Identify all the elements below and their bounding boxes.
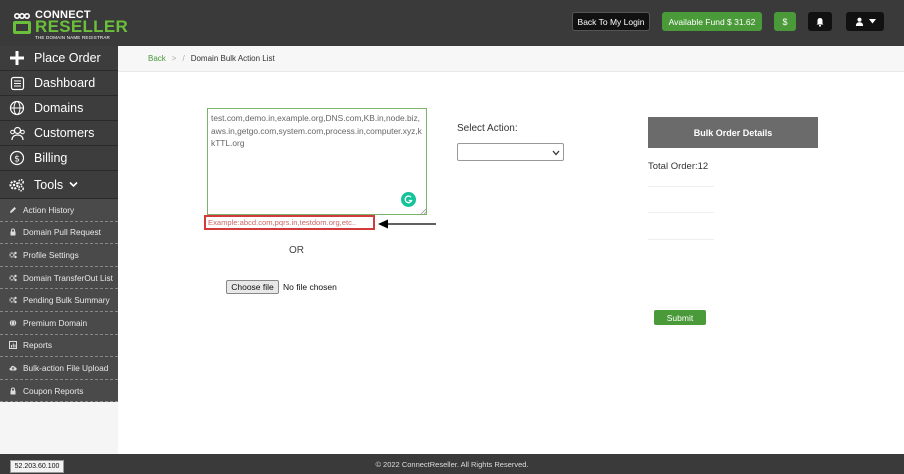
dollar-circle-icon: $ bbox=[9, 150, 25, 166]
sidebar-subitem-label: Reports bbox=[23, 340, 53, 351]
chart-icon bbox=[9, 341, 17, 350]
globe-icon bbox=[9, 319, 17, 327]
breadcrumb-current: Domain Bulk Action List bbox=[190, 54, 275, 63]
sidebar-subitem-label: Domain TransferOut List bbox=[23, 272, 113, 283]
sidebar-item-label: Billing bbox=[34, 151, 68, 165]
chevron-down-icon bbox=[552, 150, 560, 156]
sidebar-subitem-reports[interactable]: Reports bbox=[0, 334, 118, 358]
copyright-text: © 2022 ConnectReseller. All Rights Reser… bbox=[375, 459, 529, 469]
choose-file-button[interactable]: Choose file bbox=[226, 280, 279, 294]
sidebar-item-customers[interactable]: Customers bbox=[0, 121, 118, 146]
sidebar: Place Order Dashboard Domains Customers … bbox=[0, 46, 118, 454]
sidebar-subitem-label: Domain Pull Request bbox=[23, 227, 101, 238]
sidebar-subitem-domain-pull-request[interactable]: Domain Pull Request bbox=[0, 221, 118, 245]
sidebar-subitem-label: Bulk-action File Upload bbox=[23, 362, 109, 373]
sidebar-item-label: Customers bbox=[34, 126, 95, 140]
sidebar-subitem-bulk-action-file-upload[interactable]: Bulk-action File Upload bbox=[0, 357, 118, 380]
gears-icon bbox=[9, 296, 17, 304]
sidebar-item-label: Place Order bbox=[34, 51, 101, 65]
divider bbox=[648, 239, 714, 240]
logo-people-icon bbox=[13, 13, 31, 34]
gears-icon bbox=[9, 251, 17, 259]
logo-tagline: THE DOMAIN NAME REGISTRAR bbox=[35, 35, 111, 40]
annotation-arrow-icon bbox=[378, 219, 436, 229]
cloud-upload-icon bbox=[9, 365, 17, 371]
sidebar-subitem-label: Profile Settings bbox=[23, 249, 79, 260]
divider bbox=[648, 212, 714, 213]
chevron-down-icon bbox=[69, 181, 78, 188]
sidebar-subitem-coupon-reports[interactable]: Coupon Reports bbox=[0, 379, 118, 403]
sidebar-item-label: Tools bbox=[34, 177, 64, 192]
sidebar-subitem-profile-settings[interactable]: Profile Settings bbox=[0, 244, 118, 267]
sidebar-subitem-label: Pending Bulk Summary bbox=[23, 295, 110, 306]
sidebar-subitem-pending-bulk-summary[interactable]: Pending Bulk Summary bbox=[0, 289, 118, 312]
breadcrumb-back-link[interactable]: Back bbox=[148, 54, 166, 63]
users-icon bbox=[9, 126, 25, 140]
ip-address-badge: 52.203.60.100 bbox=[10, 460, 64, 473]
bell-icon bbox=[816, 17, 824, 27]
available-fund-button[interactable]: Available Fund $ 31.62 bbox=[662, 12, 762, 31]
file-status-label: No file chosen bbox=[283, 282, 337, 292]
sidebar-item-place-order[interactable]: Place Order bbox=[0, 46, 118, 71]
svg-text:$: $ bbox=[14, 155, 20, 165]
sidebar-item-label: Dashboard bbox=[34, 76, 96, 90]
sidebar-subitem-label: Action History bbox=[23, 204, 75, 215]
select-action-label: Select Action: bbox=[457, 123, 518, 134]
total-order-count: Total Order:12 bbox=[648, 161, 709, 172]
sidebar-item-tools[interactable]: Tools bbox=[0, 171, 118, 199]
notifications-button[interactable] bbox=[808, 12, 832, 31]
top-bar: CONNECT RESELLER THE DOMAIN NAME REGISTR… bbox=[0, 0, 904, 46]
footer: © 2022 ConnectReseller. All Rights Reser… bbox=[0, 454, 904, 474]
user-icon bbox=[855, 17, 863, 26]
grammarly-g-icon bbox=[404, 195, 413, 204]
breadcrumb-separator: > bbox=[171, 54, 177, 63]
breadcrumb: Back > / Domain Bulk Action List bbox=[118, 46, 904, 72]
back-to-login-button[interactable]: Back To My Login bbox=[572, 12, 650, 31]
select-action-dropdown[interactable] bbox=[457, 143, 564, 161]
or-divider-label: OR bbox=[289, 245, 304, 256]
pencil-icon bbox=[10, 206, 16, 213]
plus-icon bbox=[10, 51, 24, 65]
dashboard-icon bbox=[10, 76, 24, 90]
sidebar-item-billing[interactable]: $ Billing bbox=[0, 146, 118, 171]
sidebar-subitem-premium-domain[interactable]: Premium Domain bbox=[0, 311, 118, 335]
example-hint: Example:abcd.com,pqrs.in,testdom.org,etc… bbox=[204, 215, 375, 230]
grammarly-icon[interactable] bbox=[401, 192, 416, 207]
user-menu-button[interactable] bbox=[846, 12, 884, 31]
sidebar-subitem-domain-transferout-list[interactable]: Domain TransferOut List bbox=[0, 266, 118, 290]
bulk-order-details-heading: Bulk Order Details bbox=[648, 117, 818, 148]
sidebar-item-domains[interactable]: Domains bbox=[0, 96, 118, 121]
sidebar-subitem-action-history[interactable]: Action History bbox=[0, 199, 118, 222]
submit-button[interactable]: Submit bbox=[654, 310, 706, 325]
add-funds-button[interactable]: $ bbox=[774, 12, 796, 31]
caret-down-icon bbox=[868, 19, 876, 24]
logo[interactable]: CONNECT RESELLER THE DOMAIN NAME REGISTR… bbox=[12, 9, 128, 40]
domains-textarea[interactable]: test.com,demo.in,example.org,DNS.com,KB.… bbox=[207, 108, 427, 215]
breadcrumb-separator: / bbox=[182, 54, 185, 63]
sidebar-subitem-label: Premium Domain bbox=[23, 317, 88, 328]
lock-icon bbox=[10, 387, 16, 395]
logo-text-main: RESELLER bbox=[35, 17, 129, 36]
resize-handle-icon[interactable] bbox=[420, 208, 426, 214]
globe-icon bbox=[9, 100, 25, 116]
gears-icon bbox=[9, 274, 17, 281]
gears-icon bbox=[9, 178, 24, 191]
lock-icon bbox=[10, 228, 16, 236]
sidebar-subitem-label: Coupon Reports bbox=[23, 385, 84, 396]
divider bbox=[648, 186, 714, 187]
sidebar-item-dashboard[interactable]: Dashboard bbox=[0, 71, 118, 96]
sidebar-item-label: Domains bbox=[34, 101, 84, 115]
